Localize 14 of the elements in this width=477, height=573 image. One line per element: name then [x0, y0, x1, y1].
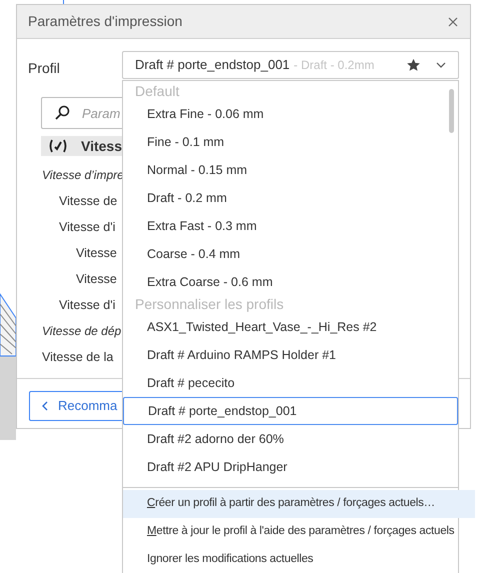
- setting-label: Vitesse de: [59, 192, 118, 210]
- setting-label: Vitesse d'i: [59, 218, 116, 236]
- section-header: Personnaliser les profils: [135, 295, 284, 314]
- setting-label: Vitesse: [76, 270, 117, 288]
- setting-label: Vitesse: [76, 244, 117, 262]
- profile-label: Profil: [28, 58, 61, 78]
- group-label: Vitesse d’impre: [42, 167, 124, 184]
- section-header: Default: [135, 82, 180, 101]
- group-label: Vitesse de dép: [42, 323, 122, 340]
- setting-label: Vitesse d'i: [59, 296, 116, 314]
- profile-detail: - Draft - 0.2mm: [294, 57, 374, 74]
- profile-value: Draft # porte_endstop_001: [135, 56, 290, 74]
- window-title: Paramètres d'impression: [28, 12, 182, 31]
- setting-label: Vitesse de la: [42, 348, 114, 366]
